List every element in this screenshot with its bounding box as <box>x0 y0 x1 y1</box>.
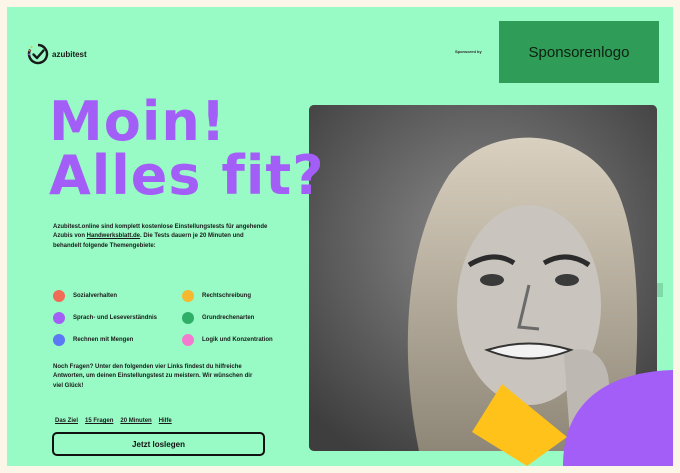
topic-item: Sprach- und Leseverständnis <box>53 312 157 324</box>
topic-item: Rechtschreibung <box>182 290 251 302</box>
link-15-fragen[interactable]: 15 Fragen <box>85 418 113 424</box>
link-das-ziel[interactable]: Das Ziel <box>55 418 78 424</box>
topic-label: Rechnen mit Mengen <box>73 337 134 343</box>
decorative-bar <box>657 283 663 297</box>
landing-page: azubitest Sponsored by Sponsorenlogo Moi… <box>7 7 673 466</box>
headline-line-2: Alles fit? <box>49 144 325 207</box>
page-title: Moin! Alles fit? <box>49 95 325 203</box>
topic-dot-icon <box>182 290 194 302</box>
topic-label: Logik und Konzentration <box>202 337 273 343</box>
topic-item: Rechnen mit Mengen <box>53 334 133 346</box>
sponsor-label: Sponsored by <box>455 49 482 54</box>
brand-logo[interactable]: azubitest <box>27 43 87 65</box>
topic-dot-icon <box>53 334 65 346</box>
decorative-shapes <box>472 370 673 466</box>
brand-name: azubitest <box>52 49 87 59</box>
headline-line-1: Moin! <box>49 90 227 153</box>
topic-label: Rechtschreibung <box>202 293 252 299</box>
link-hilfe[interactable]: Hilfe <box>159 418 172 424</box>
topic-item: Sozialverhalten <box>53 290 117 302</box>
link-20-minuten[interactable]: 20 Minuten <box>120 418 151 424</box>
sponsor-logo[interactable]: Sponsorenlogo <box>499 21 659 83</box>
help-text: Noch Fragen? Unter den folgenden vier Li… <box>53 364 253 389</box>
topic-label: Sozialverhalten <box>73 293 118 299</box>
handwerksblatt-link[interactable]: Handwerksblatt.de <box>87 233 140 239</box>
topic-dot-icon <box>182 312 194 324</box>
topic-dot-icon <box>182 334 194 346</box>
intro-text: Azubitest.online sind komplett kostenlos… <box>53 223 268 251</box>
start-button[interactable]: Jetzt loslegen <box>52 432 265 456</box>
topic-dot-icon <box>53 312 65 324</box>
topic-label: Sprach- und Leseverständnis <box>73 315 158 321</box>
topic-dot-icon <box>53 290 65 302</box>
topic-item: Logik und Konzentration <box>182 334 273 346</box>
topic-item: Grundrechenarten <box>182 312 254 324</box>
help-links: Das Ziel 15 Fragen 20 Minuten Hilfe <box>55 418 172 424</box>
topic-label: Grundrechenarten <box>202 315 255 321</box>
check-circle-icon <box>27 43 49 65</box>
